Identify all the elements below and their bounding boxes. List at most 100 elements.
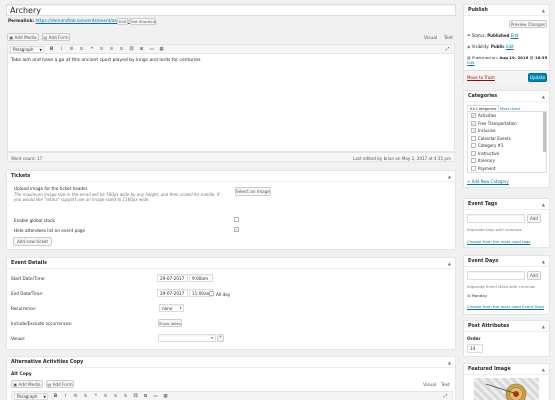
numbered-list-icon[interactable]: ≡ [82,393,89,400]
category-checkbox[interactable]: ✓ [471,128,476,134]
hide-attendees-label: Hide attendees list on event page [14,228,86,233]
recurrence-select[interactable]: none ⇕ [159,304,184,312]
start-time-input[interactable]: 9:00am [189,274,213,282]
move-to-trash-link[interactable]: Move to Trash [467,75,495,80]
editor-content-area[interactable]: Take aim and have a go at this ancient s… [7,54,455,152]
collapse-arrow-icon[interactable]: ▲ [448,360,451,365]
end-date-input[interactable]: 29-07-2017 [157,289,188,297]
align-left-icon[interactable]: ≡ [102,393,109,400]
italic-icon[interactable]: I [58,46,65,53]
category-checkbox[interactable] [471,150,476,156]
link-icon[interactable]: ⛓ [132,393,139,400]
category-checkbox[interactable]: ✓ [471,113,476,119]
numbered-list-icon[interactable]: ≡ [78,46,85,53]
bullet-list-icon[interactable]: ☰ [72,393,79,400]
hide-attendees-checkbox[interactable]: ✓ [234,227,239,232]
event-tags-add-button[interactable]: Add [527,214,541,223]
category-item[interactable]: Calendar Events [468,135,546,143]
add-new-category-link[interactable]: + Add New Category [467,179,509,184]
collapse-arrow-icon[interactable]: ▲ [542,259,545,264]
alt-format-select[interactable]: Paragraph ▼ [14,393,48,400]
alt-add-form-button[interactable]: ▤ Add Form [46,380,74,388]
remove-tag-icon[interactable]: ⊗ [467,293,470,298]
camera-icon: ▣ [9,35,14,40]
category-checkbox[interactable] [471,135,476,141]
add-new-ticket-button[interactable]: Add new ticket [13,237,52,246]
collapse-arrow-icon[interactable]: ▲ [542,94,545,99]
fullscreen-icon[interactable]: ⤢ [442,393,449,400]
venue-select[interactable]: ▾ [158,334,216,342]
order-label: Order [467,336,481,341]
add-form-button[interactable]: ▤ Add Form [42,33,70,41]
category-checkbox[interactable] [471,165,476,171]
collapse-arrow-icon[interactable]: ▲ [542,367,545,372]
event-tags-choose-link[interactable]: Choose from the most used tags [467,239,530,244]
bold-icon[interactable]: B [48,46,55,53]
global-stock-checkbox[interactable] [234,217,239,222]
align-right-icon[interactable]: ≡ [118,46,125,53]
read-more-icon[interactable]: ▭ [148,46,155,53]
featured-image-box: Featured Image ▲ [463,363,550,400]
visibility-edit-link[interactable]: Edit [506,44,514,49]
categories-scrollbar[interactable] [543,112,546,152]
featured-image-thumbnail[interactable] [474,378,539,400]
get-shortlink-button[interactable]: Get Shortlink [130,18,156,25]
collapse-arrow-icon[interactable]: ▲ [542,324,545,329]
event-days-input[interactable] [467,271,525,280]
category-checkbox[interactable] [471,143,476,149]
align-right-icon[interactable]: ≡ [122,393,129,400]
show-dates-button[interactable]: Show dates [158,319,182,327]
category-checkbox[interactable] [471,158,476,164]
bold-icon[interactable]: B [52,393,59,400]
align-center-icon[interactable]: ≡ [108,46,115,53]
link-icon[interactable]: ⛓ [128,46,135,53]
category-item[interactable]: ✓ Activities [468,112,546,120]
toolbar-toggle-icon[interactable]: ▦ [162,393,169,400]
event-tags-input[interactable] [467,214,525,223]
tab-visual[interactable]: Visual [424,36,437,41]
format-select[interactable]: Paragraph ▼ [10,46,44,53]
status-edit-link[interactable]: Edit [511,33,519,38]
toolbar-toggle-icon[interactable]: ▦ [158,46,165,53]
published-edit-link[interactable]: Edit [467,60,475,65]
update-button[interactable]: Update [528,73,547,82]
category-item[interactable]: ✓ Free Transportation [468,120,546,128]
event-days-choose-link[interactable]: Choose from the most used Event Days [467,304,544,309]
collapse-arrow-icon[interactable]: ▲ [448,261,451,266]
permalink-url[interactable]: https://demandtab.io/events/event/archer… [36,19,130,24]
category-item[interactable]: Payment [468,165,546,173]
category-item[interactable]: ✓ Inclusive [468,127,546,135]
start-date-input[interactable]: 29-07-2017 [157,274,188,282]
post-title-input[interactable]: Archery [6,4,456,16]
tab-text[interactable]: Text [444,36,453,41]
order-input[interactable]: 14 [467,344,483,353]
add-media-button[interactable]: ▣ Add Media [7,33,39,41]
blockquote-icon[interactable]: ❝ [88,46,95,53]
alt-add-media-button[interactable]: ▣ Add Media [11,380,43,388]
collapse-arrow-icon[interactable]: ▲ [542,8,545,13]
alt-tab-text[interactable]: Text [441,383,450,388]
preview-changes-button[interactable]: Preview Changes [509,20,547,28]
category-checkbox[interactable]: ✓ [471,120,476,126]
chevron-down-icon: ▼ [43,395,46,399]
select-image-button[interactable]: Select an Image [235,187,271,196]
add-venue-button[interactable]: + [217,334,224,342]
category-item[interactable]: Category #1 [468,142,546,150]
italic-icon[interactable]: I [62,393,69,400]
fullscreen-icon[interactable]: ⤢ [444,46,451,53]
all-day-checkbox[interactable] [209,291,214,296]
read-more-icon[interactable]: ▭ [152,393,159,400]
align-center-icon[interactable]: ≡ [112,393,119,400]
alt-tab-visual[interactable]: Visual [423,383,436,388]
category-item[interactable]: Itinerary [468,157,546,165]
collapse-arrow-icon[interactable]: ▲ [448,174,451,179]
permalink-edit-button[interactable]: Edit [117,18,128,25]
bullet-list-icon[interactable]: ☰ [68,46,75,53]
unlink-icon[interactable]: ⊠ [138,46,145,53]
blockquote-icon[interactable]: ❝ [92,393,99,400]
category-item[interactable]: Instructive [468,150,546,158]
unlink-icon[interactable]: ⊠ [142,393,149,400]
event-days-add-button[interactable]: Add [527,271,541,280]
collapse-arrow-icon[interactable]: ▲ [542,202,545,207]
align-left-icon[interactable]: ≡ [98,46,105,53]
